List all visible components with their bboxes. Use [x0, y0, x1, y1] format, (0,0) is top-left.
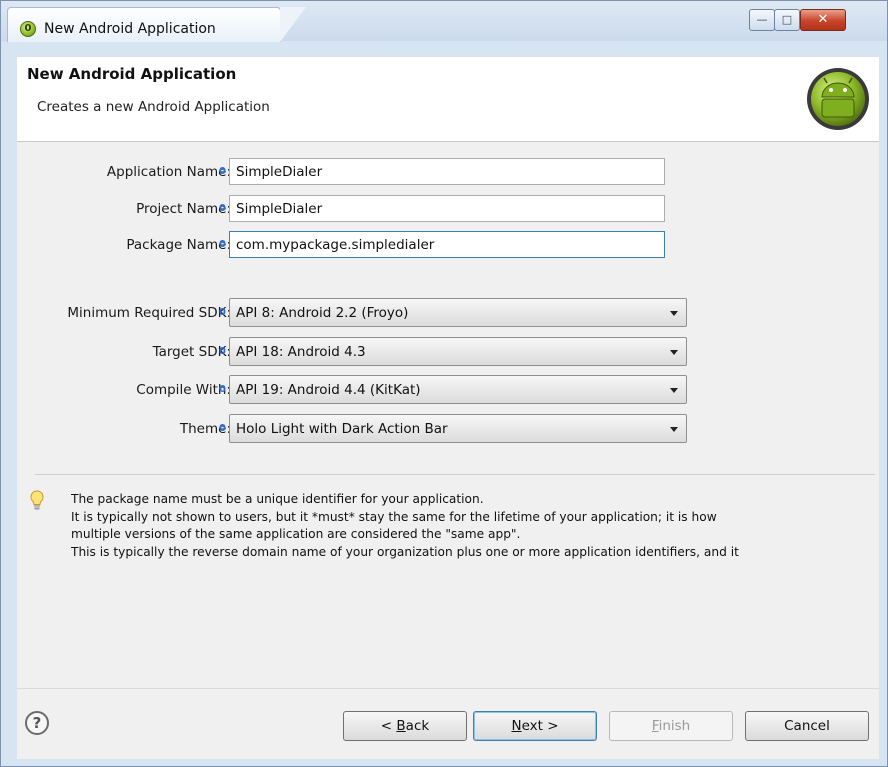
next-button[interactable]: Next > — [473, 711, 597, 741]
wizard-header: New Android Application Creates a new An… — [17, 57, 879, 142]
page-title: New Android Application — [27, 65, 237, 83]
next-mnemonic: N — [511, 718, 522, 734]
application-name-field[interactable] — [229, 158, 665, 185]
target-sdk-value: API 18: Android 4.3 — [236, 344, 366, 360]
chevron-down-icon — [670, 350, 678, 355]
close-button[interactable]: ✕ — [800, 9, 846, 31]
android-adt-icon: 0 — [20, 21, 36, 37]
project-name-field[interactable] — [229, 195, 665, 222]
lightbulb-icon — [30, 490, 44, 510]
minimum-sdk-value: API 8: Android 2.2 (Froyo) — [236, 305, 409, 321]
help-icon[interactable]: ? — [25, 711, 49, 735]
theme-select[interactable]: Holo Light with Dark Action Bar — [229, 414, 687, 443]
info-marker-icon: 0 — [219, 346, 226, 357]
finish-label-rest: inish — [658, 718, 691, 734]
info-marker-icon: 0 — [219, 423, 226, 434]
info-marker-icon: 0 — [219, 384, 226, 395]
finish-mnemonic: F — [651, 718, 659, 734]
title-tab: 0 New Android Application — [7, 7, 306, 42]
back-mnemonic: B — [396, 718, 406, 734]
compile-with-label: Compile With: — [136, 382, 231, 398]
chevron-down-icon — [670, 427, 678, 432]
project-name-label: Project Name: — [136, 201, 231, 217]
button-bar: ? < Back Next > Finish Cancel — [17, 688, 879, 759]
hint-line: This is typically the reverse domain nam… — [71, 544, 739, 559]
window-title: New Android Application — [44, 21, 216, 37]
new-android-application-dialog: 0 New Android Application — □ ✕ New Andr… — [0, 0, 888, 767]
minimum-sdk-select[interactable]: API 8: Android 2.2 (Froyo) — [229, 298, 687, 327]
application-name-label: Application Name: — [106, 164, 231, 180]
target-sdk-select[interactable]: API 18: Android 4.3 — [229, 337, 687, 366]
android-logo-icon — [807, 68, 869, 130]
info-marker-icon: 0 — [219, 166, 226, 177]
package-name-field[interactable] — [229, 231, 665, 258]
theme-value: Holo Light with Dark Action Bar — [236, 421, 448, 437]
next-label-rest: ext > — [521, 718, 559, 734]
info-marker-icon: 0 — [219, 203, 226, 214]
separator — [35, 474, 875, 475]
page-subtitle: Creates a new Android Application — [37, 99, 270, 115]
finish-button[interactable]: Finish — [609, 711, 733, 741]
info-marker-icon: 0 — [219, 307, 226, 318]
chevron-down-icon — [670, 311, 678, 316]
minimum-sdk-label: Minimum Required SDK: — [67, 305, 231, 321]
back-button[interactable]: < Back — [343, 711, 467, 741]
info-marker-icon: 0 — [219, 239, 226, 250]
cancel-button[interactable]: Cancel — [745, 711, 869, 741]
chevron-down-icon — [670, 388, 678, 393]
minimize-button[interactable]: — — [749, 9, 775, 31]
compile-with-select[interactable]: API 19: Android 4.4 (KitKat) — [229, 375, 687, 404]
wizard-content: Application Name: 0 Project Name: 0 Pack… — [17, 142, 879, 688]
hint-line: multiple versions of the same applicatio… — [71, 527, 521, 541]
compile-with-value: API 19: Android 4.4 (KitKat) — [236, 382, 421, 398]
hint-line: It is typically not shown to users, but … — [71, 509, 717, 524]
back-prefix: < — [380, 718, 397, 734]
hint-line: The package name must be a unique identi… — [71, 492, 484, 506]
maximize-button[interactable]: □ — [774, 9, 800, 31]
back-label-rest: ack — [405, 718, 430, 734]
title-bar: 0 New Android Application — □ ✕ — [1, 1, 887, 42]
hint-text: The package name must be a unique identi… — [71, 491, 879, 587]
package-name-label: Package Name: — [126, 237, 231, 253]
